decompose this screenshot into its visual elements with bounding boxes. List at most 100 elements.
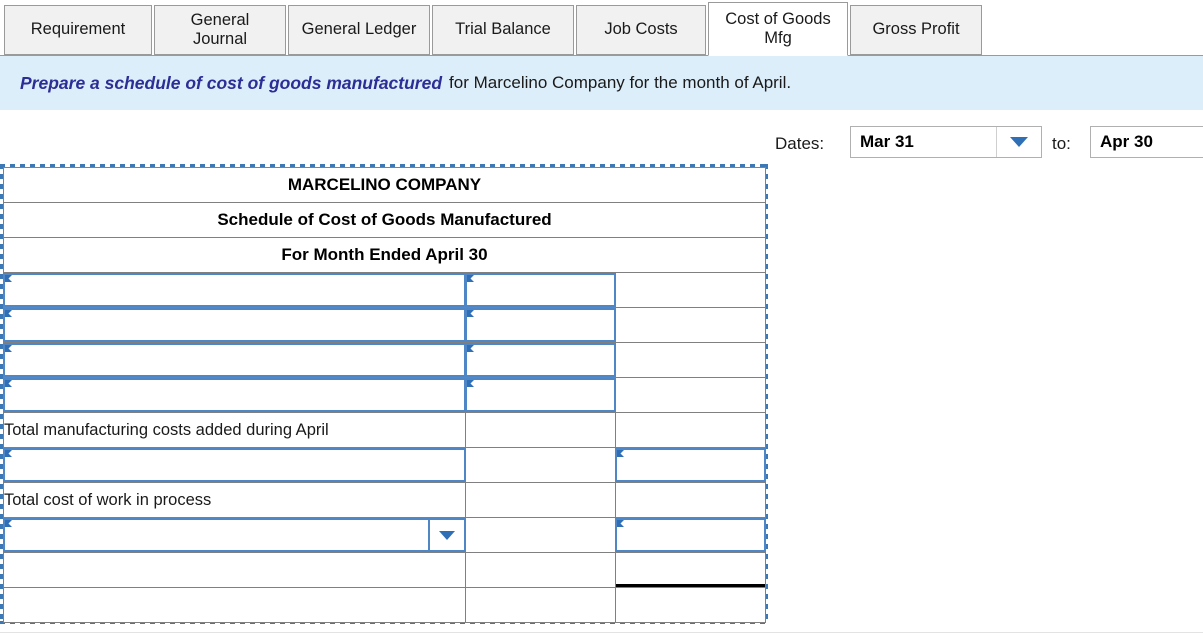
date-to-field[interactable]: Apr 30 bbox=[1090, 126, 1203, 158]
tab-label: Cost of Goods Mfg bbox=[725, 9, 831, 47]
table-row bbox=[3, 587, 766, 623]
tab-trial-balance[interactable]: Trial Balance bbox=[432, 5, 574, 55]
account-input[interactable] bbox=[3, 343, 466, 377]
amount-input[interactable] bbox=[465, 308, 616, 342]
cell-marker-icon bbox=[5, 345, 12, 352]
cell-marker-icon bbox=[5, 380, 12, 387]
dates-label: Dates: bbox=[775, 134, 825, 153]
tab-label: General Journal bbox=[190, 10, 250, 48]
amount-col3-cell[interactable] bbox=[615, 272, 766, 308]
amount-col3-input-cell[interactable] bbox=[615, 517, 766, 553]
account-input[interactable] bbox=[3, 308, 466, 342]
tab-cost-of-goods-mfg[interactable]: Cost of Goods Mfg bbox=[708, 2, 848, 56]
account-input[interactable] bbox=[3, 378, 466, 412]
cell-marker-icon bbox=[5, 310, 12, 317]
table-row bbox=[3, 447, 766, 483]
amount-input[interactable] bbox=[465, 378, 616, 412]
account-input-cell[interactable] bbox=[3, 447, 466, 483]
table-row bbox=[3, 517, 766, 553]
amount-col3-cell[interactable] bbox=[615, 587, 766, 623]
amount-col2-input-cell[interactable] bbox=[465, 272, 616, 308]
cell-marker-icon bbox=[5, 450, 12, 457]
row-label-total-mfg-costs: Total manufacturing costs added during A… bbox=[3, 412, 466, 448]
tab-label: Gross Profit bbox=[872, 20, 960, 39]
cell-marker-icon bbox=[5, 275, 12, 282]
account-input-cell[interactable] bbox=[3, 272, 466, 308]
table-title-row: For Month Ended April 30 bbox=[3, 237, 766, 273]
amount-col2-cell[interactable] bbox=[465, 552, 616, 588]
account-select[interactable] bbox=[3, 518, 466, 552]
amount-col3-cell[interactable] bbox=[615, 412, 766, 448]
cell-marker-icon bbox=[467, 275, 474, 282]
table-title-row: Schedule of Cost of Goods Manufactured bbox=[3, 202, 766, 238]
amount-col2-input-cell[interactable] bbox=[465, 342, 616, 378]
account-input-cell[interactable] bbox=[3, 342, 466, 378]
table-row bbox=[3, 342, 766, 378]
amount-col2-cell[interactable] bbox=[465, 412, 616, 448]
account-input[interactable] bbox=[3, 273, 466, 307]
amount-input[interactable] bbox=[465, 273, 616, 307]
date-from-value: Mar 31 bbox=[860, 132, 914, 151]
account-cell[interactable] bbox=[3, 587, 466, 623]
cost-of-goods-manufactured-table: MARCELINO COMPANY Schedule of Cost of Go… bbox=[3, 167, 766, 623]
dates-row: Dates: Mar 31 to: Apr 30 bbox=[0, 124, 1203, 164]
cell-marker-icon bbox=[467, 345, 474, 352]
account-cell[interactable] bbox=[3, 552, 466, 588]
table-title-row: MARCELINO COMPANY bbox=[3, 167, 766, 203]
tab-label: General Ledger bbox=[301, 20, 417, 39]
amount-input[interactable] bbox=[615, 448, 766, 482]
tab-label: Trial Balance bbox=[455, 20, 551, 39]
amount-col2-input-cell[interactable] bbox=[465, 307, 616, 343]
amount-col2-cell[interactable] bbox=[465, 517, 616, 553]
schedule-name-cell: Schedule of Cost of Goods Manufactured bbox=[3, 202, 766, 238]
chevron-down-icon bbox=[439, 530, 455, 540]
tab-label: Requirement bbox=[30, 20, 126, 39]
instruction-emphasis: Prepare a schedule of cost of goods manu… bbox=[20, 72, 443, 93]
account-input-cell[interactable] bbox=[3, 307, 466, 343]
amount-input[interactable] bbox=[615, 518, 766, 552]
row-label-total-work-in-process: Total cost of work in process bbox=[3, 482, 466, 518]
instruction-banner: Prepare a schedule of cost of goods manu… bbox=[0, 56, 1203, 111]
table-row bbox=[3, 307, 766, 343]
amount-col2-cell[interactable] bbox=[465, 587, 616, 623]
tab-general-journal[interactable]: General Journal bbox=[154, 5, 286, 55]
amount-col3-cell[interactable] bbox=[615, 342, 766, 378]
cell-marker-icon bbox=[467, 380, 474, 387]
account-select-dropdown-button[interactable] bbox=[428, 520, 464, 550]
amount-col2-input-cell[interactable] bbox=[465, 377, 616, 413]
table-row: Total manufacturing costs added during A… bbox=[3, 412, 766, 448]
date-to-value: Apr 30 bbox=[1100, 132, 1153, 151]
cell-marker-icon bbox=[467, 310, 474, 317]
company-name-cell: MARCELINO COMPANY bbox=[3, 167, 766, 203]
account-input-cell[interactable] bbox=[3, 377, 466, 413]
cell-marker-icon bbox=[5, 520, 12, 527]
tab-bar: Requirement General Journal General Ledg… bbox=[0, 0, 1203, 56]
tab-job-costs[interactable]: Job Costs bbox=[576, 5, 706, 55]
amount-col3-cell[interactable] bbox=[615, 377, 766, 413]
table-row bbox=[3, 377, 766, 413]
amount-col2-cell[interactable] bbox=[465, 447, 616, 483]
tab-general-ledger[interactable]: General Ledger bbox=[288, 5, 430, 55]
dates-to-label: to: bbox=[1052, 134, 1071, 153]
table-row bbox=[3, 272, 766, 308]
cell-marker-icon bbox=[617, 450, 624, 457]
date-from-dropdown-button[interactable] bbox=[996, 127, 1041, 157]
instruction-rest: for Marcelino Company for the month of A… bbox=[449, 73, 792, 92]
period-cell: For Month Ended April 30 bbox=[3, 237, 766, 273]
table-row bbox=[3, 552, 766, 588]
amount-col3-total-cell[interactable] bbox=[615, 552, 766, 588]
account-select-cell[interactable] bbox=[3, 517, 466, 553]
amount-input[interactable] bbox=[465, 343, 616, 377]
amount-col3-cell[interactable] bbox=[615, 307, 766, 343]
table-row: Total cost of work in process bbox=[3, 482, 766, 518]
chevron-down-icon bbox=[1010, 137, 1028, 147]
cell-marker-icon bbox=[617, 520, 624, 527]
worksheet-selection-frame: MARCELINO COMPANY Schedule of Cost of Go… bbox=[0, 164, 768, 624]
tab-requirement[interactable]: Requirement bbox=[4, 5, 152, 55]
tab-gross-profit[interactable]: Gross Profit bbox=[850, 5, 982, 55]
account-input[interactable] bbox=[3, 448, 466, 482]
date-from-select[interactable]: Mar 31 bbox=[850, 126, 1042, 158]
amount-col3-cell[interactable] bbox=[615, 482, 766, 518]
amount-col3-input-cell[interactable] bbox=[615, 447, 766, 483]
amount-col2-cell[interactable] bbox=[465, 482, 616, 518]
